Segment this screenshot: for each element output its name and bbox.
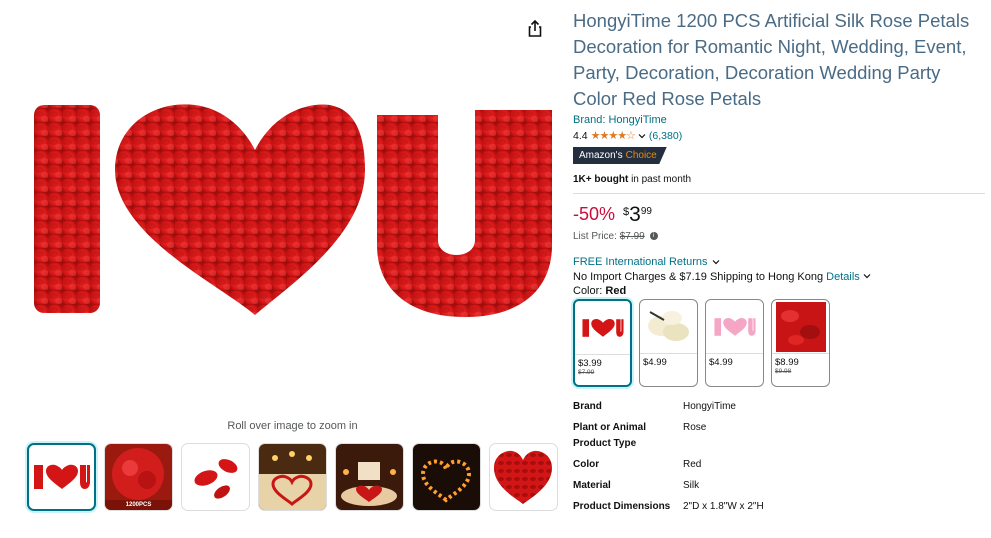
- spec-key: Plant or Animal Product Type: [573, 422, 646, 449]
- divider: [573, 193, 985, 194]
- swatch-image: [640, 300, 697, 354]
- bought-period: in past month: [631, 174, 692, 185]
- spec-value: Red: [683, 459, 702, 470]
- thumbnail-7[interactable]: [489, 443, 558, 511]
- spec-value: Rose: [683, 422, 707, 433]
- heart-petals: [115, 104, 365, 316]
- list-price-label: List Price:: [573, 231, 617, 242]
- spec-row: Plant or Animal Product Type Rose: [573, 420, 985, 452]
- swatch-deep-red[interactable]: $8.99 $9.98: [771, 299, 830, 387]
- product-title: HongyiTime 1200 PCS Artificial Silk Rose…: [573, 10, 970, 109]
- thumbnail-4[interactable]: [258, 443, 327, 511]
- main-product-image[interactable]: [20, 95, 560, 325]
- details-link[interactable]: Details: [826, 271, 860, 283]
- product-specs: Brand HongyiTime Plant or Animal Product…: [573, 399, 985, 515]
- swatch-red[interactable]: $3.99 $7.99: [573, 299, 632, 387]
- price-row: -50% $ 3 99: [573, 204, 985, 226]
- zoom-hint: Roll over image to zoom in: [227, 420, 358, 432]
- spec-value: HongyiTime: [683, 401, 736, 412]
- badge-prefix: Amazon's: [579, 150, 623, 161]
- swatch-image: [706, 300, 763, 354]
- spec-row: Material Silk: [573, 478, 985, 494]
- thumbnail-6[interactable]: [412, 443, 481, 511]
- list-price-value: $7.99: [619, 231, 645, 242]
- spec-row: Color Red: [573, 457, 985, 473]
- share-icon: [528, 19, 542, 37]
- swatch-old-price: $9.98: [775, 368, 792, 375]
- price-fraction: 99: [640, 206, 652, 217]
- import-charges: No Import Charges & $7.19 Shipping to Ho…: [573, 271, 824, 283]
- color-label-text: Color:: [573, 285, 603, 297]
- info-icon[interactable]: i: [649, 232, 658, 241]
- shipping-info: No Import Charges & $7.19 Shipping to Ho…: [573, 271, 985, 283]
- rating-row: 4.4 ★★★★☆ (6,380): [573, 129, 985, 143]
- bought-in-past-month: 1K+ bought in past month: [573, 174, 985, 185]
- star-rating-icon[interactable]: ★★★★☆: [591, 129, 636, 142]
- swatch-image: [575, 301, 630, 355]
- letter-u-petals: [377, 110, 552, 317]
- brand-link[interactable]: Brand: HongyiTime: [573, 114, 985, 126]
- spec-key: Material: [573, 480, 611, 491]
- chevron-down-icon[interactable]: [638, 132, 646, 140]
- spec-key: Color: [573, 459, 600, 470]
- thumbnail-1[interactable]: [27, 443, 96, 511]
- price-whole: 3: [629, 203, 641, 226]
- share-button[interactable]: [524, 18, 546, 40]
- spec-row: Brand HongyiTime: [573, 399, 985, 415]
- color-swatches: $3.99 $7.99 $4.99 $4.99 $8.99 $9.98: [573, 299, 985, 387]
- free-returns-link[interactable]: FREE International Returns: [573, 256, 985, 268]
- rating-count-link[interactable]: (6,380): [649, 130, 682, 142]
- thumbnail-strip: 1200PCS: [27, 443, 558, 511]
- thumbnail-5[interactable]: [335, 443, 404, 511]
- returns-label: FREE International Returns: [573, 256, 708, 268]
- thumbnail-caption: 1200PCS: [125, 502, 152, 508]
- color-label: Color: Red: [573, 285, 985, 297]
- chevron-down-icon[interactable]: [863, 272, 871, 280]
- swatch-price: $8.99: [775, 357, 799, 368]
- swatch-old-price: $7.99: [578, 369, 595, 376]
- discount-percent: -50%: [573, 204, 616, 224]
- thumbnail-2[interactable]: 1200PCS: [104, 443, 173, 511]
- spec-row: Product Dimensions 2"D x 1.8"W x 2"H: [573, 499, 985, 515]
- amazons-choice-badge: Amazon's Choice: [573, 147, 667, 164]
- badge-word: Choice: [625, 150, 657, 161]
- swatch-ivory[interactable]: $4.99: [639, 299, 698, 387]
- product-details-panel: HongyiTime 1200 PCS Artificial Silk Rose…: [573, 8, 985, 520]
- swatch-image: [772, 300, 829, 354]
- swatch-pink[interactable]: $4.99: [705, 299, 764, 387]
- list-price: List Price: $7.99 i: [573, 231, 985, 242]
- spec-key: Brand: [573, 401, 602, 412]
- bought-count: 1K+ bought: [573, 174, 629, 185]
- spec-value: 2"D x 1.8"W x 2"H: [683, 501, 764, 512]
- swatch-price: $3.99: [578, 358, 602, 369]
- swatch-price: $4.99: [643, 357, 667, 368]
- color-selected: Red: [605, 285, 627, 297]
- chevron-down-icon: [712, 260, 719, 265]
- thumbnail-3[interactable]: [181, 443, 250, 511]
- spec-key: Product Dimensions: [573, 501, 671, 512]
- spec-value: Silk: [683, 480, 700, 491]
- swatch-price: $4.99: [709, 357, 733, 368]
- rating-value: 4.4: [573, 129, 588, 142]
- letter-i-petals: [34, 105, 100, 313]
